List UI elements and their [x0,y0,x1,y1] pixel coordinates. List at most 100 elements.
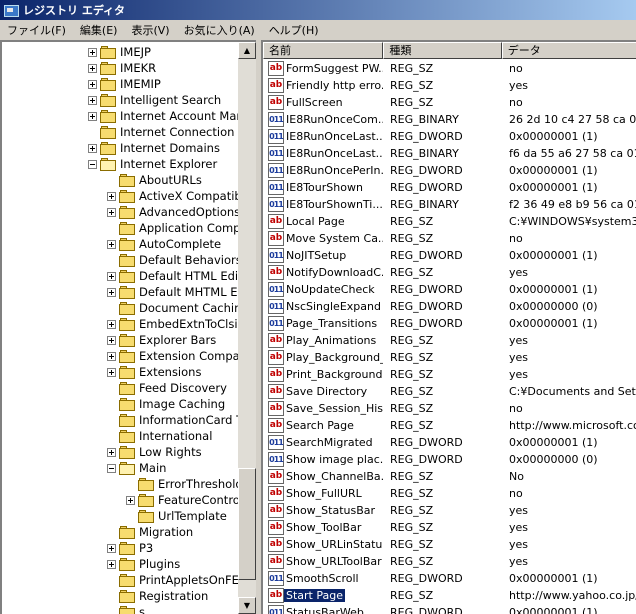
expand-icon[interactable] [107,560,116,569]
tree-item[interactable]: ErrorThresholds [2,476,249,492]
tree-item[interactable]: s [2,604,238,614]
expand-icon[interactable] [126,496,135,505]
value-row[interactable]: ab Friendly http erro... REG_SZ yes [263,77,636,94]
tree-item[interactable]: UrlTemplate [2,508,238,524]
tree-item[interactable]: Feed Discovery [2,380,238,396]
expand-icon[interactable] [107,240,116,249]
tree-item[interactable]: IMEJP [2,44,238,60]
tree-item[interactable]: FeatureControl [2,492,243,508]
scroll-down-button[interactable]: ▼ [238,597,256,614]
tree-item[interactable]: AdvancedOptions [2,204,240,220]
expand-icon[interactable] [88,112,97,121]
expand-icon[interactable] [107,272,116,281]
expand-icon[interactable] [107,448,116,457]
expand-icon[interactable] [107,544,116,553]
menu-favorites[interactable]: お気に入り(A) [177,22,262,38]
tree-item[interactable]: ActiveX Compatibility [2,188,256,204]
value-row[interactable]: ab Play_Animations REG_SZ yes [263,332,636,349]
tree-item[interactable]: InformationCard Tool [2,412,256,428]
value-row[interactable]: 011 IE8RunOnceLast... REG_DWORD 0x00000001 … [263,128,636,145]
collapse-icon[interactable] [107,464,116,473]
expand-icon[interactable] [107,368,116,377]
tree-item[interactable]: Internet Explorer [2,156,238,172]
value-row[interactable]: ab FormSuggest PW... REG_SZ no [263,60,636,77]
column-header-data[interactable]: データ [501,42,636,59]
expand-icon[interactable] [88,96,97,105]
tree-item[interactable]: AutoComplete [2,236,238,252]
menu-file[interactable]: ファイル(F) [0,22,73,38]
tree-item[interactable]: Internet Connection Wizard [2,124,256,140]
tree-item[interactable]: Plugins [2,556,238,572]
value-row[interactable]: 011 NoJITSetup REG_DWORD 0x00000001 (1) [263,247,636,264]
value-row[interactable]: ab Show_URLinStatu... REG_SZ yes [263,536,636,553]
tree-item[interactable]: Intelligent Search [2,92,238,108]
tree-item[interactable]: Application Compatibility [2,220,256,236]
value-row[interactable]: ab Print_Background REG_SZ yes [263,366,636,383]
tree-item[interactable]: P3 [2,540,238,556]
value-row[interactable]: ab Show_ToolBar REG_SZ yes [263,519,636,536]
expand-icon[interactable] [88,80,97,89]
value-row-selected[interactable]: ab Start Page REG_SZ http://www.yahoo.co.jp… [263,587,636,604]
tree-item[interactable]: Migration [2,524,238,540]
value-row[interactable]: ab Save Directory REG_SZ C:¥Documents and S… [263,383,636,400]
tree-item[interactable]: Low Rights [2,444,238,460]
scroll-thumb[interactable] [238,468,256,580]
tree-item[interactable]: Extensions [2,364,238,380]
value-row[interactable]: abLocal Page REG_SZ C:¥WINDOWS¥system32¥ [263,213,636,230]
value-row[interactable]: ab Show_URLToolBar REG_SZ yes [263,553,636,570]
value-row[interactable]: 011 IE8RunOnceCom... REG_BINARY 26 2d 10 c4… [263,111,636,128]
tree-item[interactable]: PrintAppletsOnFEV [2,572,247,588]
tree-item[interactable]: Main [2,460,238,476]
value-row[interactable]: ab NotifyDownloadC... REG_SZ yes [263,264,636,281]
menu-edit[interactable]: 編集(E) [73,22,125,38]
menu-view[interactable]: 表示(V) [124,22,176,38]
tree-item[interactable]: Explorer Bars [2,332,238,348]
column-header-type[interactable]: 種類 [383,42,502,59]
value-row[interactable]: ab Show_ChannelBa... REG_SZ No [263,468,636,485]
tree-item[interactable]: Internet Domains [2,140,238,156]
tree-item[interactable]: Extension Compatibility [2,348,256,364]
tree-item[interactable]: EmbedExtnToClsidMappings [2,316,256,332]
expand-icon[interactable] [107,192,116,201]
tree-item[interactable]: Default Behaviors [2,252,242,268]
value-row[interactable]: 011 IE8RunOncePerIn... REG_DWORD 0x00000001… [263,162,636,179]
value-row[interactable]: 011 NscSingleExpand REG_DWORD 0x00000000 (0… [263,298,636,315]
collapse-icon[interactable] [88,160,97,169]
value-row[interactable]: 011 NoUpdateCheck REG_DWORD 0x00000001 (1) [263,281,636,298]
expand-icon[interactable] [88,48,97,57]
value-row[interactable]: 011 IE8RunOnceLast... REG_BINARY f6 da 55 a… [263,145,636,162]
tree-vertical-scrollbar[interactable]: ▲ ▼ [238,42,256,614]
tree-item[interactable]: Default MHTML Editor [2,284,256,300]
value-row[interactable]: 011 StatusBarWeb REG_DWORD 0x00000001 (1) [263,604,636,614]
expand-icon[interactable] [88,144,97,153]
value-row[interactable]: ab FullScreen REG_SZ no [263,94,636,111]
tree-item[interactable]: Registration [2,588,238,604]
expand-icon[interactable] [107,352,116,361]
value-row[interactable]: 011 SearchMigrated REG_DWORD 0x00000001 (1) [263,434,636,451]
value-row[interactable]: 011 IE8TourShownTi... REG_BINARY f2 36 49 e… [263,196,636,213]
tree-item[interactable]: Document Caching [2,300,249,316]
scroll-up-button[interactable]: ▲ [238,42,256,59]
tree-item[interactable]: IMEKR [2,60,238,76]
expand-icon[interactable] [107,320,116,329]
tree-item[interactable]: Default HTML Editor [2,268,254,284]
expand-icon[interactable] [107,288,116,297]
value-row[interactable]: ab Save_Session_His... REG_SZ no [263,400,636,417]
value-row[interactable]: 011 IE8TourShown REG_DWORD 0x00000001 (1) [263,179,636,196]
expand-icon[interactable] [88,64,97,73]
value-row[interactable]: abPlay_Background_... REG_SZ yes [263,349,636,366]
value-row[interactable]: 011 SmoothScroll REG_DWORD 0x00000001 (1) [263,570,636,587]
column-header-name[interactable]: 名前 [263,42,384,59]
tree-item[interactable]: Internet Account Manager [2,108,256,124]
tree-item[interactable]: International [2,428,238,444]
tree-item[interactable]: Image Caching [2,396,238,412]
value-row[interactable]: 011 Page_Transitions REG_DWORD 0x00000001 (… [263,315,636,332]
expand-icon[interactable] [107,208,116,217]
value-row[interactable]: ab Search Page REG_SZ http://www.microsoft.… [263,417,636,434]
menu-help[interactable]: ヘルプ(H) [262,22,326,38]
value-row[interactable]: 011 Show image plac... REG_DWORD 0x00000000… [263,451,636,468]
value-row[interactable]: ab Show_StatusBar REG_SZ yes [263,502,636,519]
tree-item[interactable]: AboutURLs [2,172,238,188]
value-row[interactable]: ab Move System Ca... REG_SZ no [263,230,636,247]
tree-item[interactable]: IMEMIP [2,76,238,92]
